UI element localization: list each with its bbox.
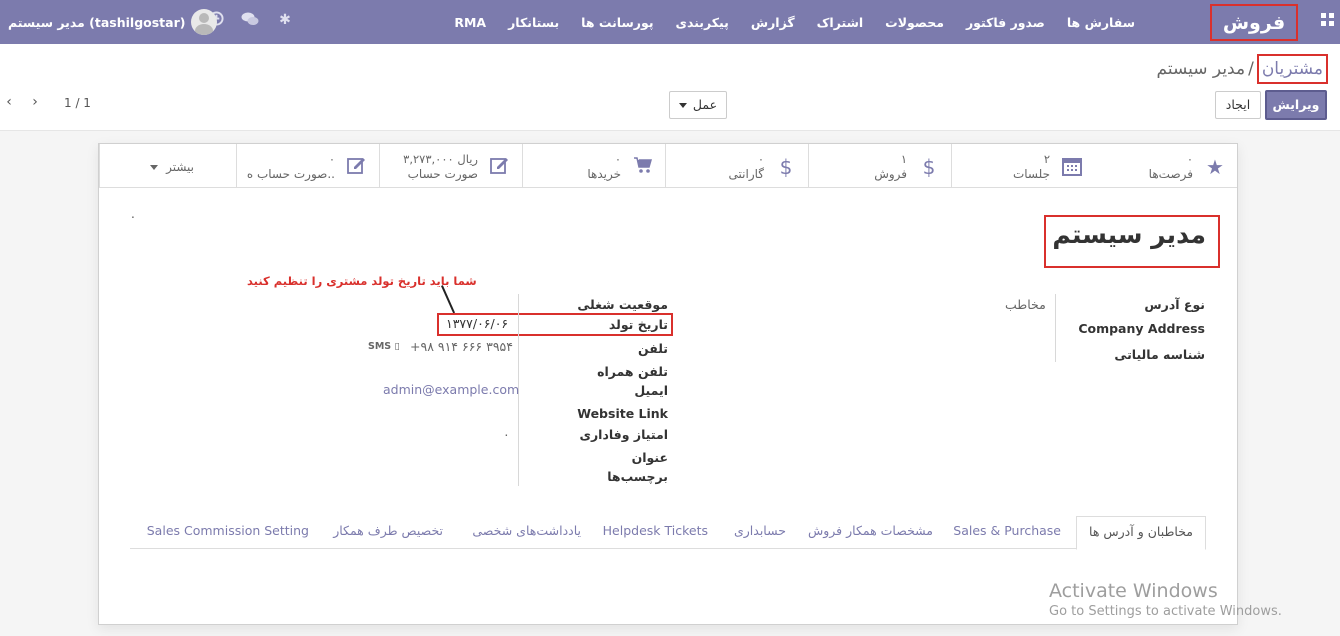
- invoiced-label: صورت حساب: [407, 167, 478, 181]
- company-address-label: Company Address: [1078, 321, 1205, 336]
- sales-label: فروش: [874, 167, 907, 181]
- activate-windows-watermark: Activate Windows Go to Settings to activ…: [1049, 580, 1282, 619]
- create-button[interactable]: ایجاد: [1215, 91, 1261, 119]
- invoiced-button[interactable]: ۳,۲۷۳,۰۰۰ ریال صورت حساب: [379, 144, 522, 188]
- pager-next-icon[interactable]: ›: [28, 94, 42, 112]
- action-dropdown[interactable]: عمل: [669, 91, 727, 119]
- phone-value[interactable]: +۹۸ ۹۱۴ ۶۶۶ ۳۹۵۴: [410, 339, 513, 354]
- tab-sales-commission[interactable]: Sales Commission Setting: [147, 523, 309, 538]
- tags-label: برچسب‌ها: [607, 469, 668, 484]
- address-type-label: نوع آدرس: [1144, 297, 1205, 312]
- opportunities-label: فرصت‌ها: [1148, 167, 1193, 181]
- tab-sales-partner[interactable]: مشخصات همکار فروش: [808, 523, 933, 538]
- opportunities-button[interactable]: ★ ۰ فرصت‌ها: [1094, 144, 1237, 188]
- loyalty-points-value: ۰: [503, 427, 510, 442]
- bills-button[interactable]: ۰ صورت حساب ه..: [236, 144, 379, 188]
- loyalty-points-label: امتیاز وفاداری: [579, 427, 668, 442]
- sales-button[interactable]: $ ۱ فروش: [808, 144, 951, 188]
- mobile-label: تلفن همراه: [597, 364, 668, 379]
- app-brand[interactable]: فروش: [1210, 4, 1298, 41]
- partner-name[interactable]: مدیر سیستم: [1052, 220, 1206, 249]
- notebook-tabs: مخاطبان و آدرس ها Sales & Purchase مشخصا…: [130, 516, 1206, 550]
- dollar-icon: $: [922, 155, 936, 179]
- tab-sales-purchase[interactable]: Sales & Purchase: [953, 523, 1061, 538]
- tab-personal-notes[interactable]: یادداشت‌های شخصی: [472, 523, 581, 538]
- warranty-button[interactable]: $ ۰ گارانتی: [665, 144, 808, 188]
- top-navbar: فروش سفارش ها صدور فاکتور محصولات اشتراک…: [0, 0, 1340, 44]
- smart-buttons: ★ ۰ فرصت‌ها ۲ جلسات $ ۱ فروش $ ۰ گارانتی…: [99, 144, 1237, 188]
- menu-item-subscription[interactable]: اشتراک: [817, 15, 864, 30]
- pager-value[interactable]: 1 / 1: [64, 96, 91, 110]
- tax-id-label: شناسه مالیاتی: [1114, 347, 1205, 362]
- menu-item-creditor[interactable]: بستانکار: [508, 15, 559, 30]
- tab-accounting[interactable]: حسابداری: [734, 523, 786, 538]
- chat-icon[interactable]: [241, 11, 259, 29]
- title-label: عنوان: [631, 450, 668, 465]
- watermark-subtitle: Go to Settings to activate Windows.: [1049, 604, 1282, 619]
- user-name: مدیر سیستم (tashilgostar): [8, 14, 186, 30]
- birthday-label: تاریخ تولد: [608, 317, 668, 332]
- menu-item-rma[interactable]: RMA: [454, 15, 486, 30]
- column-divider: [1055, 294, 1056, 362]
- warranty-label: گارانتی: [728, 167, 764, 181]
- breadcrumb: مشتریان / مدیر سیستم: [1157, 54, 1328, 84]
- pencil-square-icon: [488, 156, 512, 178]
- main-menu: سفارش ها صدور فاکتور محصولات اشتراک گزار…: [454, 0, 1135, 44]
- email-label: ایمیل: [634, 383, 668, 398]
- email-value[interactable]: admin@example.com: [383, 382, 519, 397]
- dollar-icon: $: [779, 155, 793, 179]
- birthday-value: ۱۳۷۷/۰۶/۰۶: [446, 316, 509, 331]
- mobile-icon: ▯: [394, 341, 400, 352]
- watermark-title: Activate Windows: [1049, 580, 1218, 602]
- tab-helpdesk-tickets[interactable]: Helpdesk Tickets: [603, 523, 708, 538]
- menu-item-orders[interactable]: سفارش ها: [1067, 15, 1135, 30]
- apps-grid-icon[interactable]: [1320, 13, 1334, 27]
- action-label: عمل: [692, 97, 718, 112]
- invoiced-amount: ۳,۲۷۳,۰۰۰ ریال: [403, 152, 478, 166]
- star-icon: ★: [1206, 155, 1224, 179]
- bills-label: صورت حساب ه..: [246, 167, 335, 181]
- meetings-label: جلسات: [1012, 167, 1050, 181]
- sms-button[interactable]: SMS ▯: [368, 341, 400, 352]
- caret-down-icon: [678, 102, 687, 108]
- tab-partner-assignment[interactable]: تخصیص طرف همکار: [333, 523, 443, 538]
- breadcrumb-current: مدیر سیستم: [1156, 59, 1246, 79]
- menu-item-products[interactable]: محصولات: [885, 15, 944, 30]
- menu-item-commissions[interactable]: پورسانت ها: [581, 15, 653, 30]
- menu-item-invoicing[interactable]: صدور فاکتور: [966, 15, 1045, 30]
- avatar-placeholder: .: [131, 207, 135, 221]
- pager-previous-icon[interactable]: ‹: [2, 94, 16, 112]
- calendar-icon: [1060, 156, 1084, 178]
- more-label: بیشتر: [166, 160, 194, 174]
- purchases-label: خریدها: [587, 167, 621, 181]
- opportunities-count: ۰: [1186, 152, 1193, 166]
- sales-count: ۱: [900, 152, 907, 166]
- caret-down-icon: [150, 165, 158, 170]
- breadcrumb-separator: /: [1248, 59, 1254, 79]
- meetings-count: ۲: [1043, 152, 1050, 166]
- website-label: Website Link: [577, 406, 668, 421]
- breadcrumb-customers-link[interactable]: مشتریان: [1256, 54, 1328, 84]
- job-position-label: موقعیت شغلی: [577, 297, 668, 312]
- avatar: [191, 9, 218, 35]
- tab-contacts-addresses[interactable]: مخاطبان و آدرس ها: [1076, 516, 1206, 550]
- edit-button[interactable]: ویرایش: [1265, 90, 1327, 120]
- bills-count: ۰: [328, 152, 335, 166]
- cart-icon: [631, 156, 655, 178]
- purchases-count: ۰: [614, 152, 621, 166]
- menu-item-reporting[interactable]: گزارش: [751, 15, 795, 30]
- meetings-button[interactable]: ۲ جلسات: [951, 144, 1094, 188]
- bug-icon[interactable]: ✱: [276, 11, 294, 29]
- menu-item-configuration[interactable]: پیکربندی: [676, 15, 729, 30]
- address-type-value: مخاطب: [1005, 297, 1046, 312]
- warranty-count: ۰: [757, 152, 764, 166]
- pencil-square-icon: [345, 156, 369, 178]
- purchases-button[interactable]: ۰ خریدها: [522, 144, 665, 188]
- sms-label: SMS: [368, 341, 392, 352]
- user-menu[interactable]: مدیر سیستم (tashilgostar): [8, 8, 218, 36]
- phone-label: تلفن: [637, 341, 668, 356]
- more-button[interactable]: بیشتر: [99, 144, 236, 188]
